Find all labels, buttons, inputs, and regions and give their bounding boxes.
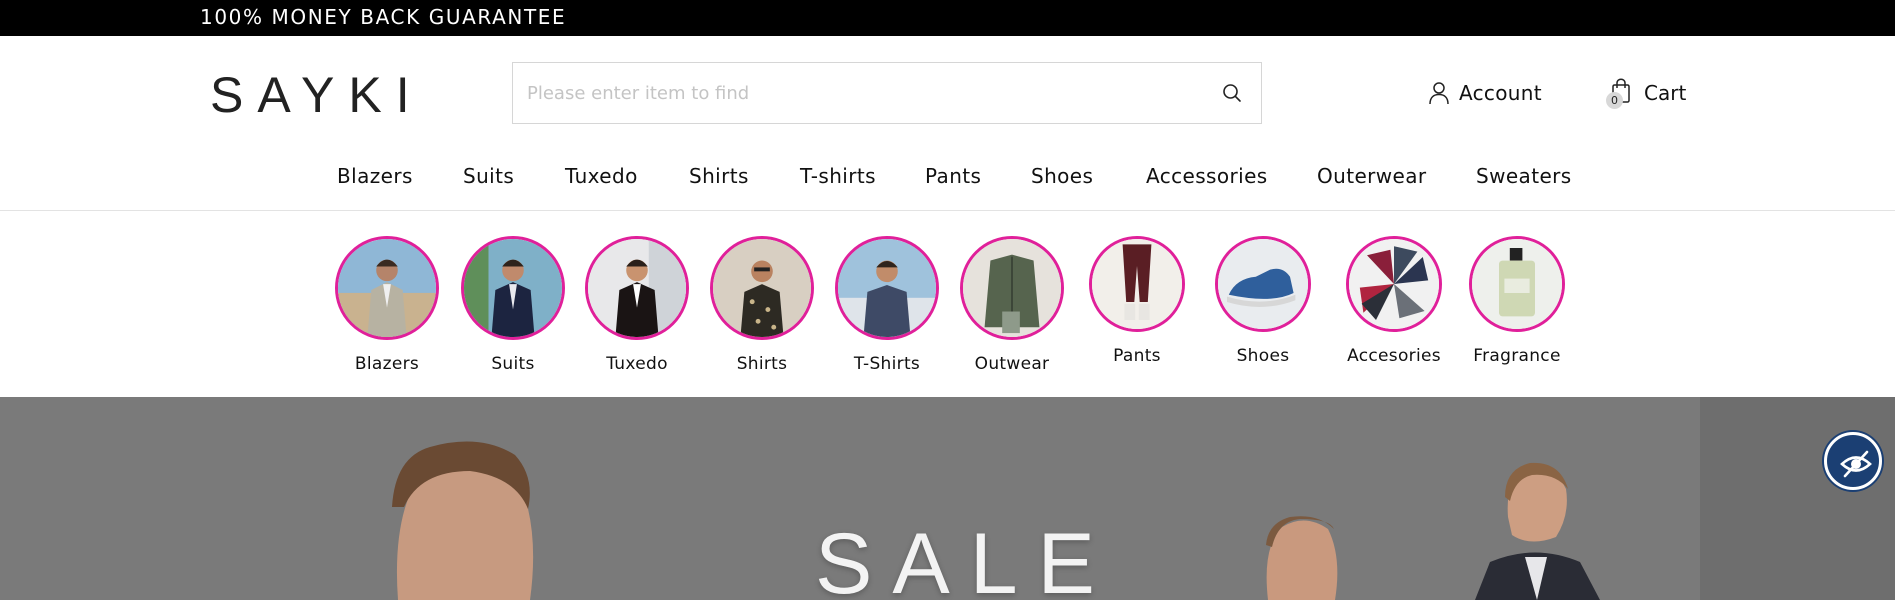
accessibility-button[interactable] xyxy=(1824,432,1882,490)
site-logo[interactable]: SAYKI xyxy=(210,66,424,124)
promo-bar: 100% MONEY BACK GUARANTEE xyxy=(0,0,1895,36)
category-image xyxy=(1346,236,1442,332)
category-label: Tuxedo xyxy=(606,354,668,374)
category-label: Outwear xyxy=(974,354,1050,374)
account-link[interactable]: Account xyxy=(1428,76,1542,110)
category-image xyxy=(710,236,814,340)
search-box xyxy=(512,62,1262,124)
search-input[interactable] xyxy=(513,63,1203,123)
category-shoes[interactable]: Shoes xyxy=(1198,236,1328,366)
nav-item-blazers[interactable]: Blazers xyxy=(337,164,413,188)
nav-item-outerwear[interactable]: Outerwear xyxy=(1317,164,1427,188)
category-image xyxy=(585,236,689,340)
search-icon[interactable] xyxy=(1221,82,1243,104)
category-outwear[interactable]: Outwear xyxy=(942,236,1082,374)
category-image xyxy=(1089,236,1185,332)
nav-item-tuxedo[interactable]: Tuxedo xyxy=(565,164,638,188)
nav-item-shoes[interactable]: Shoes xyxy=(1031,164,1093,188)
banner-headline: SALE xyxy=(815,516,1115,600)
category-label: Shoes xyxy=(1236,346,1290,366)
cart-label: Cart xyxy=(1644,81,1687,105)
category-label: Fragrance xyxy=(1473,346,1561,366)
category-pants[interactable]: Pants xyxy=(1072,236,1202,366)
category-suits[interactable]: Suits xyxy=(443,236,583,374)
category-label: T-Shirts xyxy=(853,354,921,374)
category-image xyxy=(1215,236,1311,332)
category-image xyxy=(461,236,565,340)
category-shirts[interactable]: Shirts xyxy=(692,236,832,374)
category-image xyxy=(335,236,439,340)
nav-item-suits[interactable]: Suits xyxy=(463,164,514,188)
category-t-shirts[interactable]: T-Shirts xyxy=(817,236,957,374)
category-image xyxy=(835,236,939,340)
category-tuxedo[interactable]: Tuxedo xyxy=(567,236,707,374)
sale-banner[interactable]: SALE xyxy=(0,397,1895,600)
cart-bag: 0 xyxy=(1606,78,1634,109)
nav-item-t-shirts[interactable]: T-shirts xyxy=(800,164,876,188)
main-nav: Blazers Suits Tuxedo Shirts T-shirts Pan… xyxy=(0,164,1895,200)
nav-item-sweaters[interactable]: Sweaters xyxy=(1476,164,1572,188)
cart-count-badge: 0 xyxy=(1606,92,1623,109)
nav-item-shirts[interactable]: Shirts xyxy=(689,164,749,188)
category-label: Pants xyxy=(1113,346,1161,366)
category-label: Blazers xyxy=(354,354,420,374)
cart-link[interactable]: 0 Cart xyxy=(1606,76,1687,110)
promo-text: 100% MONEY BACK GUARANTEE xyxy=(200,5,567,29)
category-label: Suits xyxy=(491,354,535,374)
category-strip: Blazers Suits Tuxedo Shirts T-Shirts Out… xyxy=(0,211,1895,397)
site-header: SAYKI Account 0 Cart Blazers Suits Tuxed… xyxy=(0,36,1895,211)
category-blazers[interactable]: Blazers xyxy=(317,236,457,374)
category-label: Shirts xyxy=(736,354,788,374)
eye-slash-icon xyxy=(1840,450,1872,478)
category-accesories[interactable]: Accesories xyxy=(1324,236,1464,366)
nav-item-pants[interactable]: Pants xyxy=(925,164,981,188)
user-icon xyxy=(1429,82,1449,105)
category-image xyxy=(960,236,1064,340)
category-fragrance[interactable]: Fragrance xyxy=(1452,236,1582,366)
nav-item-accessories[interactable]: Accessories xyxy=(1146,164,1268,188)
account-label: Account xyxy=(1459,81,1542,105)
category-image xyxy=(1469,236,1565,332)
category-label: Accesories xyxy=(1347,346,1441,366)
